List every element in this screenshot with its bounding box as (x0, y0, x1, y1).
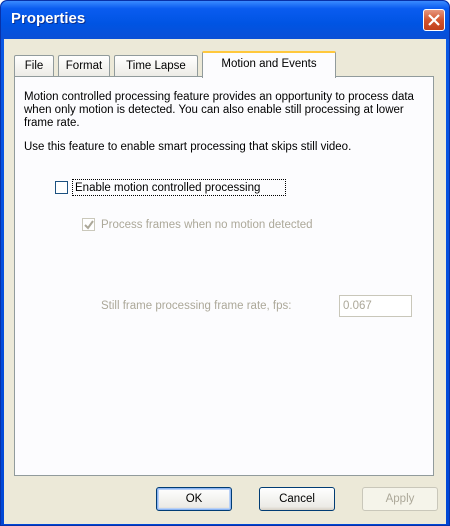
enable-motion-checkbox[interactable] (55, 181, 68, 194)
title-bar[interactable]: Properties (1, 1, 449, 39)
window-title: Properties (11, 10, 86, 27)
tab-time-lapse[interactable]: Time Lapse (114, 55, 198, 77)
tab-format[interactable]: Format (58, 55, 110, 77)
close-icon (428, 14, 440, 26)
fps-input[interactable]: 0.067 (339, 295, 412, 317)
cancel-button[interactable]: Cancel (259, 487, 335, 511)
fps-label: Still frame processing frame rate, fps: (101, 300, 292, 312)
properties-dialog: Properties File Format Time Lapse Motion… (0, 0, 450, 526)
checkmark-icon (84, 220, 94, 230)
tab-motion-and-events[interactable]: Motion and Events (202, 51, 336, 78)
description-text: Motion controlled processing feature pro… (24, 91, 414, 129)
usage-hint-text: Use this feature to enable smart process… (24, 141, 352, 153)
process-frames-label: Process frames when no motion detected (101, 219, 313, 231)
ok-button[interactable]: OK (156, 487, 232, 511)
tab-file[interactable]: File (14, 55, 54, 77)
apply-button[interactable]: Apply (362, 487, 438, 511)
enable-motion-label: Enable motion controlled processing (75, 182, 261, 194)
close-button[interactable] (423, 9, 445, 31)
process-frames-checkbox[interactable] (82, 218, 95, 231)
tab-panel-motion-and-events: Motion controlled processing feature pro… (14, 76, 434, 476)
dialog-client-area: File Format Time Lapse Motion and Events… (4, 39, 446, 524)
